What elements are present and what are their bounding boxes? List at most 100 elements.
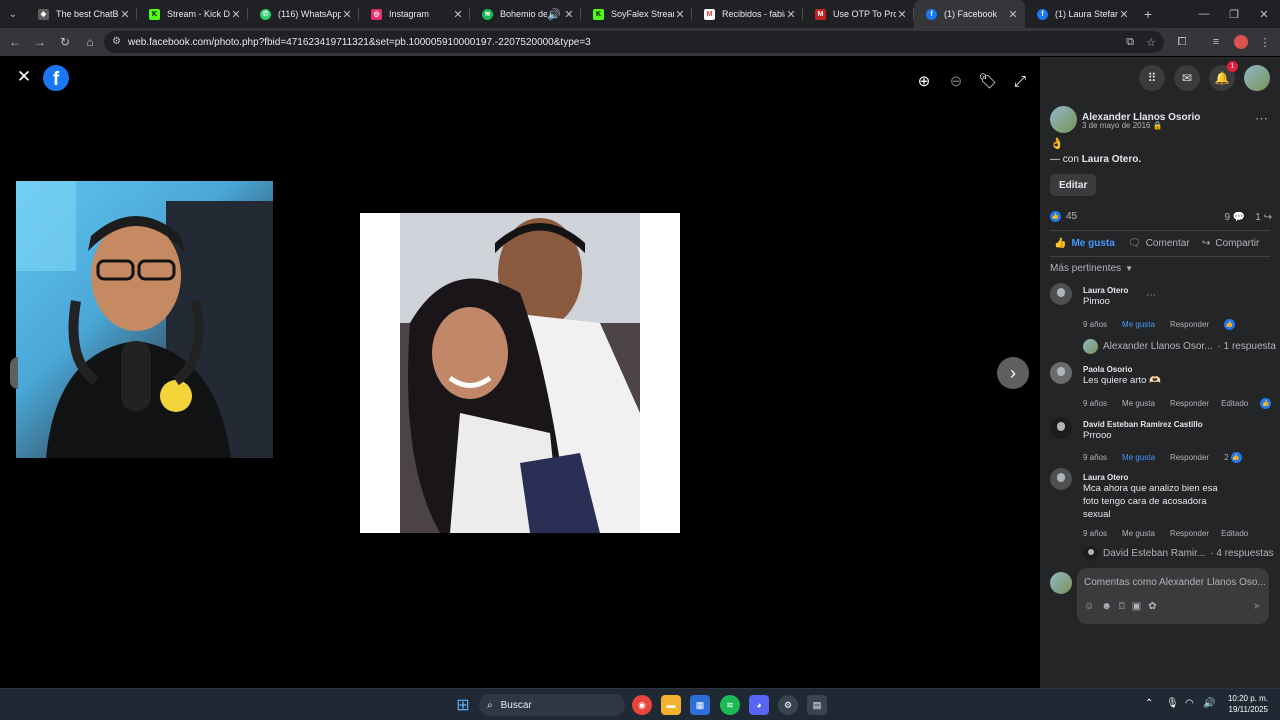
comment-reactions[interactable]: 2 👍 (1224, 452, 1242, 463)
commenter-avatar[interactable] (1050, 362, 1072, 384)
comment-like-button[interactable]: Me gusta (1122, 453, 1155, 462)
close-tab-icon[interactable]: ✕ (119, 8, 131, 21)
tab-7[interactable]: M Recibidos - fabia ✕ (692, 0, 803, 28)
comment-age[interactable]: 9 años (1083, 529, 1107, 538)
zoom-out-icon[interactable]: ⊖ (945, 70, 967, 92)
edit-button[interactable]: Editar (1050, 174, 1097, 196)
close-tab-icon[interactable]: ✕ (563, 8, 575, 21)
new-tab-button[interactable]: + (1136, 6, 1160, 22)
comment-like-button[interactable]: Me gusta (1122, 529, 1155, 538)
back-button[interactable]: ← (3, 30, 27, 54)
commenter-name[interactable]: Laura Otero (1083, 286, 1128, 295)
close-tab-icon[interactable]: ✕ (896, 8, 908, 21)
tab-1[interactable]: ◆ The best ChatBot✕ (26, 0, 137, 28)
reload-button[interactable]: ↻ (53, 30, 77, 54)
volume-icon[interactable]: 🔊 (1203, 698, 1215, 709)
previous-photo-button[interactable] (10, 357, 18, 389)
address-bar[interactable]: ⚙ web.facebook.com/photo.php?fbid=471623… (104, 31, 1164, 53)
camera-icon[interactable]: ⌼ (1119, 601, 1125, 612)
discord-icon[interactable]: ◕ (749, 695, 769, 715)
media-controls-icon[interactable]: ≡ (1204, 30, 1228, 54)
more-options-icon[interactable]: ⋯ (1255, 111, 1268, 127)
tab-8[interactable]: M Use OTP To Proce✕ (803, 0, 914, 28)
fullscreen-icon[interactable]: ⤢ (1009, 70, 1031, 92)
close-tab-icon[interactable]: ✕ (230, 8, 242, 21)
send-icon[interactable]: ➤ (1253, 601, 1261, 612)
site-info-icon[interactable]: ⚙ (112, 36, 121, 47)
extensions-icon[interactable]: ⧠ (1170, 30, 1194, 54)
comment-reply-button[interactable]: Responder (1170, 453, 1209, 462)
author-avatar[interactable] (1050, 106, 1077, 133)
avatar-sticker-icon[interactable]: ☺ (1084, 601, 1094, 612)
close-tab-icon[interactable]: ✕ (674, 8, 686, 21)
comment-like-button[interactable]: Me gusta (1122, 320, 1155, 329)
close-tab-icon[interactable]: ✕ (785, 8, 797, 21)
spotify-taskbar-icon[interactable]: ≋ (720, 695, 740, 715)
gif-icon[interactable]: ▣ (1132, 601, 1141, 612)
comment-age[interactable]: 9 años (1083, 399, 1107, 408)
close-window-button[interactable]: ✕ (1248, 0, 1280, 28)
calculator-icon[interactable]: ▤ (807, 695, 827, 715)
taskbar-search[interactable]: ⌕ Buscar (479, 694, 625, 716)
commenter-avatar[interactable] (1050, 417, 1072, 439)
commenter-avatar[interactable] (1050, 468, 1072, 490)
next-photo-button[interactable]: › (997, 357, 1029, 389)
tab-10[interactable]: f (1) Laura Stefani ✕ (1025, 0, 1136, 28)
forward-button[interactable]: → (28, 30, 52, 54)
close-viewer-icon[interactable]: ✕ (14, 67, 34, 87)
tagged-person-link[interactable]: Laura Otero. (1082, 154, 1141, 165)
account-avatar[interactable] (1244, 65, 1270, 91)
tab-4[interactable]: ◎ Instagram ✕ (359, 0, 470, 28)
comment-age[interactable]: 9 años (1083, 320, 1107, 329)
emoji-icon[interactable]: ☻ (1101, 601, 1112, 612)
comment-sort-dropdown[interactable]: Más pertinentes ▼ (1050, 263, 1133, 274)
like-button[interactable]: 👍 Me gusta (1054, 238, 1115, 249)
comments-count[interactable]: 9 💬 (1224, 212, 1245, 223)
speaker-icon[interactable]: 🔊 (547, 8, 561, 21)
commenter-avatar[interactable] (1050, 283, 1072, 305)
reactions-summary[interactable]: 👍 45 (1050, 211, 1077, 222)
tab-6[interactable]: K SoyFalex Stream ✕ (581, 0, 692, 28)
home-button[interactable]: ⌂ (78, 30, 102, 54)
reply-summary-1[interactable]: Alexander Llanos Osor... · 1 respuesta (1083, 339, 1276, 354)
steam-icon[interactable]: ⚙ (778, 695, 798, 715)
close-tab-icon[interactable]: ✕ (341, 8, 353, 21)
share-button[interactable]: ↪ Compartir (1202, 238, 1259, 249)
tab-2[interactable]: K Stream - Kick Da ✕ (137, 0, 248, 28)
commenter-name[interactable]: Laura Otero (1083, 473, 1233, 482)
shares-count[interactable]: 1 ↪ (1255, 212, 1272, 223)
tab-9-active[interactable]: f (1) Facebook ✕ (914, 0, 1025, 28)
messenger-icon[interactable]: ✉ (1174, 65, 1200, 91)
zoom-in-icon[interactable]: ⊕ (913, 70, 935, 92)
tab-search-icon[interactable]: ⌄ (0, 0, 26, 28)
sticker-icon[interactable]: ✿ (1148, 601, 1156, 612)
microphone-icon[interactable]: 🎙 (1166, 698, 1179, 709)
facebook-logo-icon[interactable]: f (43, 65, 69, 91)
comment-reply-button[interactable]: Responder (1170, 399, 1209, 408)
tab-5[interactable]: ≋ Bohemio de a🔊✕ (470, 0, 581, 28)
commenter-name[interactable]: Paola Osorio (1083, 365, 1161, 374)
comment-options-icon[interactable]: ⋯ (1146, 290, 1156, 301)
system-clock[interactable]: 10:20 p. m. 19/11/2025 (1228, 693, 1268, 715)
comment-age[interactable]: 9 años (1083, 453, 1107, 462)
minimize-button[interactable]: — (1188, 0, 1220, 28)
comment-button[interactable]: 🗨 Comentar (1128, 238, 1190, 249)
maximize-button[interactable]: ❐ (1218, 0, 1250, 28)
close-tab-icon[interactable]: ✕ (1118, 8, 1130, 21)
comment-composer[interactable]: Comentas como Alexander Llanos Oso... ☺ … (1077, 568, 1269, 624)
tag-icon[interactable]: 🏷 (977, 70, 999, 92)
tab-3[interactable]: ✆ (116) WhatsApp ✕ (248, 0, 359, 28)
notifications-bell-icon[interactable]: 🔔 1 (1209, 61, 1238, 91)
comment-reply-button[interactable]: Responder (1170, 529, 1209, 538)
close-tab-icon[interactable]: ✕ (1007, 8, 1019, 21)
profile-avatar[interactable] (1229, 30, 1253, 54)
close-tab-icon[interactable]: ✕ (452, 8, 464, 21)
bookmark-star-icon[interactable]: ☆ (1146, 36, 1156, 49)
store-icon[interactable]: ▦ (690, 695, 710, 715)
install-app-icon[interactable]: ⧉ (1126, 36, 1134, 49)
wifi-icon[interactable]: ◠ (1185, 698, 1194, 709)
comment-reply-button[interactable]: Responder (1170, 320, 1209, 329)
tray-overflow-icon[interactable]: ⌃ (1145, 698, 1153, 709)
commenter-name[interactable]: David Esteban Ramírez Castillo (1083, 420, 1203, 429)
post-date[interactable]: 3 de mayo de 2016 🔒 (1082, 121, 1163, 130)
